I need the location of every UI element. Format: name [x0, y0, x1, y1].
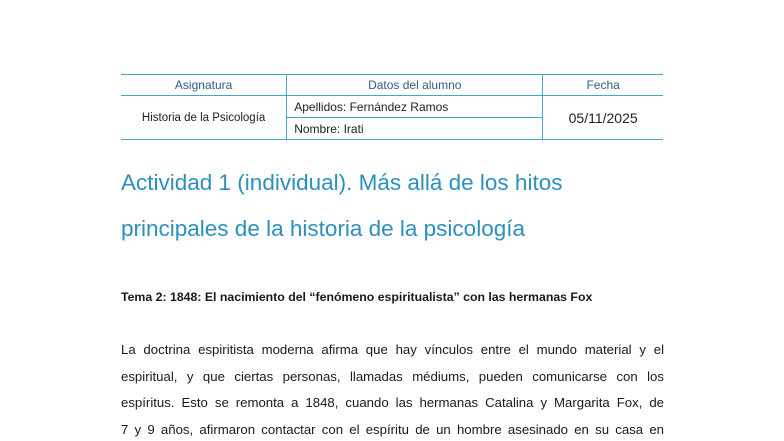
header-row: Asignatura Datos del alumno Fecha: [121, 74, 663, 96]
header-student-label: Datos del alumno: [286, 74, 544, 96]
surnames-value: Apellidos: Fernández Ramos: [286, 95, 544, 118]
body-line: La doctrina espiritista moderna afirma q…: [121, 342, 664, 357]
body-line: 7 y 9 años, afirmaron contactar con el e…: [121, 421, 664, 437]
subject-value: Historia de la Psicología: [121, 95, 288, 140]
document-page: Asignatura Datos del alumno Fecha Histor…: [0, 0, 784, 441]
header-date-label: Fecha: [542, 74, 663, 96]
header-subject-label: Asignatura: [121, 74, 288, 96]
activity-title-line-1: Actividad 1 (individual). Más allá de lo…: [121, 170, 563, 195]
name-value: Nombre: Irati: [286, 117, 544, 140]
date-value: 05/11/2025: [542, 95, 663, 140]
body-line: espíritus. Esto se remonta a 1848, cuand…: [121, 395, 664, 410]
activity-title-line-2: principales de la historia de la psicolo…: [121, 216, 525, 241]
body-paragraph: La doctrina espiritista moderna afirma q…: [121, 337, 664, 441]
activity-title: Actividad 1 (individual). Más allá de lo…: [121, 160, 681, 252]
theme-heading: Tema 2: 1848: El nacimiento del “fenómen…: [121, 290, 593, 304]
header-data-row-1: Historia de la Psicología Apellidos: Fer…: [121, 95, 663, 140]
body-line: espiritual, y que ciertas personas, llam…: [121, 368, 664, 384]
header-table: Asignatura Datos del alumno Fecha Histor…: [121, 74, 663, 140]
